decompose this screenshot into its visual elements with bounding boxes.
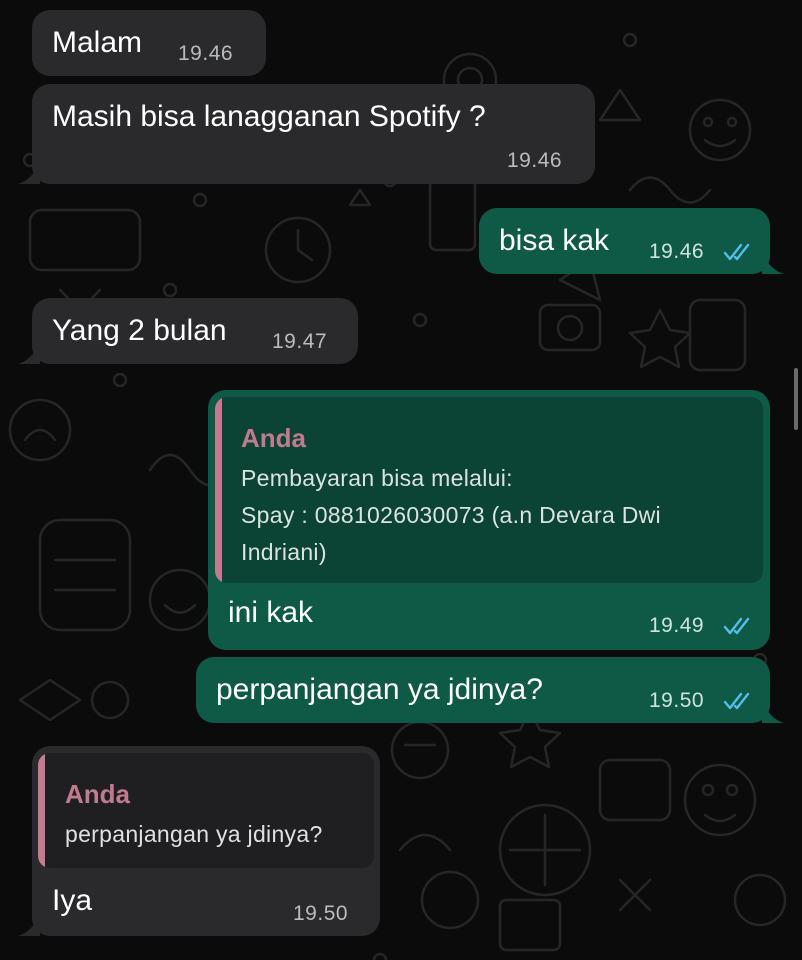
message-time: 19.50 (649, 689, 705, 712)
message-text: ini kak (228, 596, 314, 629)
message-time: 19.46 (649, 240, 705, 263)
message-text: Iya (52, 884, 93, 917)
scrollbar[interactable] (794, 368, 798, 430)
message-time: 19.49 (649, 614, 705, 637)
quoted-message[interactable]: Anda perpanjangan ya jdinya? (38, 753, 374, 868)
bubble-tail (762, 701, 784, 723)
bubble-tail (18, 162, 40, 184)
chat-area[interactable]: Malam 19.46 Masih bisa lanagganan Spotif… (0, 0, 802, 960)
message-text: Masih bisa lanagganan Spotify ? (52, 100, 486, 133)
incoming-message[interactable]: Yang 2 bulan 19.47 (32, 298, 358, 364)
quoted-author: Anda (65, 779, 130, 809)
message-time: 19.46 (507, 149, 563, 172)
double-check-read-icon (723, 243, 750, 261)
quoted-text-line: Spay : 0881026030073 (a.n Devara Dwi (241, 502, 661, 528)
bubble-tail (18, 914, 40, 936)
quoted-text-line: Indriani) (241, 539, 327, 565)
quoted-author: Anda (241, 423, 306, 453)
message-text: Malam (52, 26, 143, 59)
double-check-read-icon (723, 692, 750, 710)
outgoing-message[interactable]: perpanjangan ya jdinya? 19.50 (196, 657, 770, 723)
incoming-message[interactable]: Anda perpanjangan ya jdinya? Iya 19.50 (32, 746, 380, 936)
message-time: 19.47 (272, 330, 328, 353)
incoming-message[interactable]: Masih bisa lanagganan Spotify ? 19.46 (32, 84, 595, 184)
quoted-message[interactable]: Anda Pembayaran bisa melalui: Spay : 088… (215, 397, 763, 583)
message-time: 19.50 (293, 902, 349, 925)
message-time: 19.46 (178, 42, 234, 65)
quoted-text-line: Pembayaran bisa melalui: (241, 465, 513, 491)
bubble-tail (762, 252, 784, 274)
quote-accent-bar (38, 753, 45, 868)
message-text: perpanjangan ya jdinya? (216, 673, 543, 706)
outgoing-message[interactable]: bisa kak 19.46 (479, 208, 770, 274)
bubble-tail (18, 342, 40, 364)
quoted-text-line: perpanjangan ya jdinya? (65, 821, 323, 847)
message-text: bisa kak (499, 224, 610, 257)
quote-accent-bar (215, 397, 222, 583)
incoming-message[interactable]: Malam 19.46 (32, 10, 266, 76)
message-text: Yang 2 bulan (52, 314, 227, 347)
double-check-read-icon (723, 617, 750, 635)
outgoing-message[interactable]: Anda Pembayaran bisa melalui: Spay : 088… (208, 390, 770, 650)
